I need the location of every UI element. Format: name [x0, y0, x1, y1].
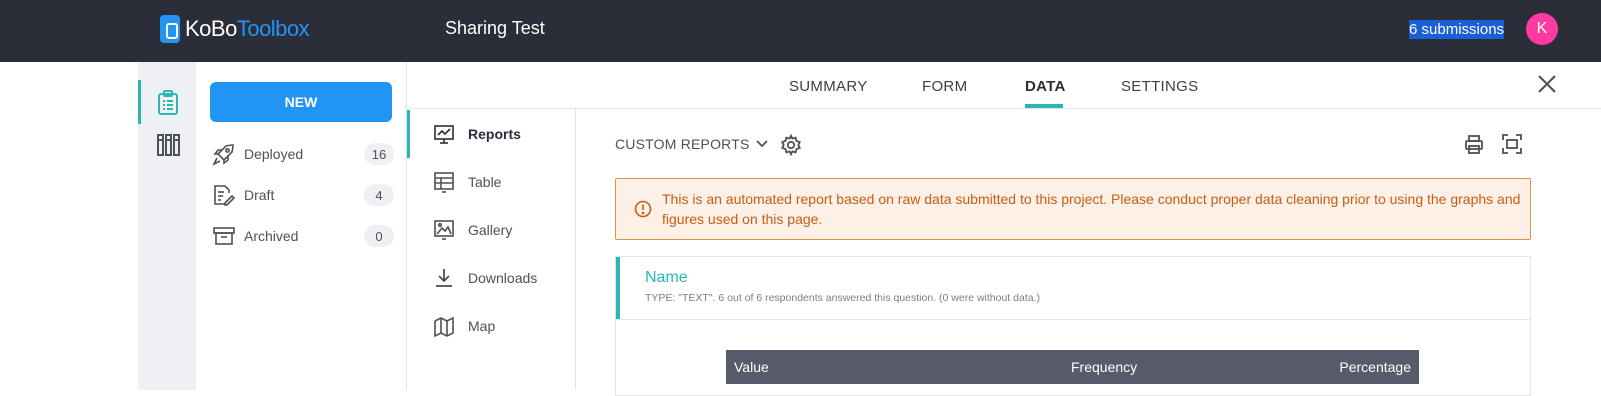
- custom-reports-label: CUSTOM REPORTS: [615, 136, 750, 152]
- data-menu-divider: [575, 109, 576, 390]
- tab-summary[interactable]: SUMMARY: [789, 78, 868, 95]
- kobotoolbox-logo[interactable]: KoBoToolbox: [160, 14, 310, 44]
- new-button[interactable]: NEW: [210, 82, 392, 122]
- top-bar: KoBoToolbox Sharing Test 6 submissions K: [0, 0, 1601, 62]
- submissions-count: 6 submissions: [1409, 20, 1505, 39]
- fullscreen-icon[interactable]: [1502, 134, 1522, 159]
- draft-icon: [212, 183, 236, 207]
- logo-mark-icon: [160, 15, 180, 43]
- frequency-table-header: Value Frequency Percentage: [726, 350, 1419, 384]
- column-header-percentage: Percentage: [1339, 359, 1411, 375]
- data-menu-table[interactable]: Table: [432, 169, 572, 195]
- sidebar-item-archived[interactable]: Archived 0: [212, 223, 394, 249]
- tab-data[interactable]: DATA: [1025, 78, 1066, 95]
- table-icon: [432, 170, 456, 194]
- warning-alert: This is an automated report based on raw…: [615, 178, 1531, 240]
- tabs-divider: [407, 108, 1601, 109]
- warning-icon: [634, 200, 652, 223]
- reports-icon: [432, 122, 456, 146]
- main-nav-active-indicator: [138, 80, 141, 124]
- print-icon[interactable]: [1464, 134, 1484, 161]
- data-menu-gallery[interactable]: Gallery: [432, 217, 572, 243]
- gallery-icon: [432, 218, 456, 242]
- column-header-value: Value: [734, 359, 769, 375]
- data-menu-downloads[interactable]: Downloads: [432, 265, 572, 291]
- sidebar-item-label: Deployed: [244, 146, 304, 162]
- alert-text: This is an automated report based on raw…: [662, 191, 1521, 227]
- question-divider: [616, 319, 1530, 320]
- library-icon[interactable]: [157, 134, 181, 161]
- forms-icon[interactable]: [157, 90, 179, 121]
- data-menu-label: Table: [468, 174, 502, 190]
- question-accent-bar: [616, 257, 620, 319]
- data-menu-label: Gallery: [468, 222, 513, 238]
- question-meta: TYPE: "TEXT". 6 out of 6 respondents ans…: [645, 292, 1040, 304]
- data-menu-label: Downloads: [468, 270, 538, 286]
- count-badge: 0: [364, 225, 394, 247]
- close-icon[interactable]: [1536, 73, 1558, 95]
- data-menu-map[interactable]: Map: [432, 313, 572, 339]
- logo-text-toolbox: Toolbox: [236, 16, 310, 41]
- column-header-frequency: Frequency: [1071, 359, 1138, 375]
- logo-text: KoBoToolbox: [185, 16, 310, 42]
- download-icon: [432, 266, 456, 290]
- project-title[interactable]: Sharing Test: [445, 18, 545, 39]
- chevron-down-icon: [755, 140, 768, 148]
- sidebar-item-label: Draft: [244, 187, 275, 203]
- sidebar-item-draft[interactable]: Draft 4: [212, 182, 394, 208]
- tab-form[interactable]: FORM: [922, 78, 967, 95]
- custom-reports-dropdown[interactable]: CUSTOM REPORTS: [615, 136, 768, 152]
- map-icon: [432, 314, 456, 338]
- logo-text-kobo: KoBo: [185, 16, 237, 41]
- gear-icon[interactable]: [780, 133, 802, 161]
- tab-settings[interactable]: SETTINGS: [1121, 78, 1198, 95]
- question-name: Name: [645, 269, 688, 286]
- data-menu-label: Reports: [468, 126, 521, 142]
- count-badge: 4: [364, 184, 394, 206]
- data-menu-active-indicator: [407, 110, 410, 158]
- data-menu-reports[interactable]: Reports: [432, 121, 572, 147]
- rocket-icon: [212, 142, 236, 166]
- count-badge: 16: [364, 143, 394, 165]
- avatar[interactable]: K: [1526, 13, 1558, 45]
- sidebar-item-deployed[interactable]: Deployed 16: [212, 141, 394, 167]
- data-menu-label: Map: [468, 318, 496, 334]
- sidebar-item-label: Archived: [244, 228, 299, 244]
- archive-icon: [212, 224, 236, 248]
